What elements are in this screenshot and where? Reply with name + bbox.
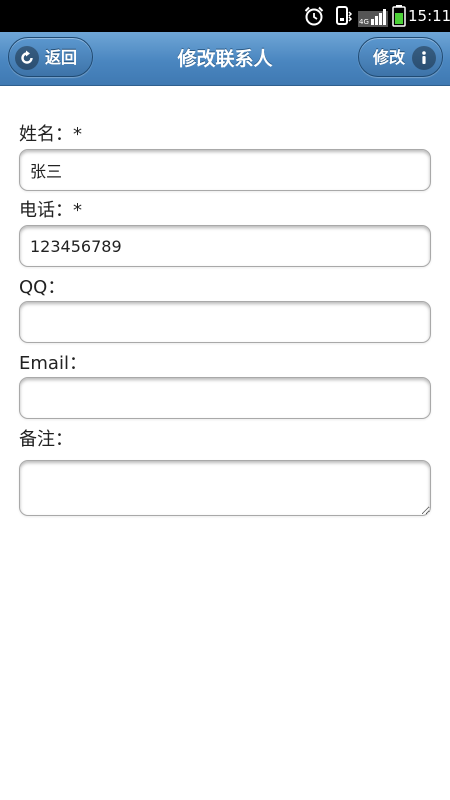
back-button-label: 返回	[45, 48, 78, 67]
signal-icon: 4G	[358, 9, 388, 27]
edit-button[interactable]: 修改	[358, 37, 443, 77]
name-label: 姓名：*	[19, 124, 82, 145]
qq-label: QQ：	[19, 277, 66, 298]
network-label: 4G	[359, 18, 369, 26]
status-time: 15:11	[408, 7, 450, 25]
note-textarea[interactable]	[19, 460, 431, 516]
back-button[interactable]: 返回	[8, 37, 93, 77]
name-input[interactable]	[19, 149, 431, 191]
info-icon	[412, 46, 436, 70]
email-label: Email：	[19, 353, 87, 374]
phone-vibrate-icon	[336, 6, 353, 25]
battery-icon	[392, 5, 406, 27]
qq-input[interactable]	[19, 301, 431, 343]
phone-input[interactable]	[19, 225, 431, 267]
note-label: 备注：	[19, 429, 73, 450]
page-title: 修改联系人	[177, 48, 273, 70]
email-input[interactable]	[19, 377, 431, 419]
refresh-icon	[15, 46, 39, 70]
status-bar: 4G 15:11	[0, 0, 450, 32]
phone-label: 电话：*	[19, 200, 82, 221]
header-bar: 返回 修改联系人 修改	[0, 32, 450, 86]
alarm-icon	[304, 6, 324, 26]
edit-button-label: 修改	[373, 48, 406, 67]
